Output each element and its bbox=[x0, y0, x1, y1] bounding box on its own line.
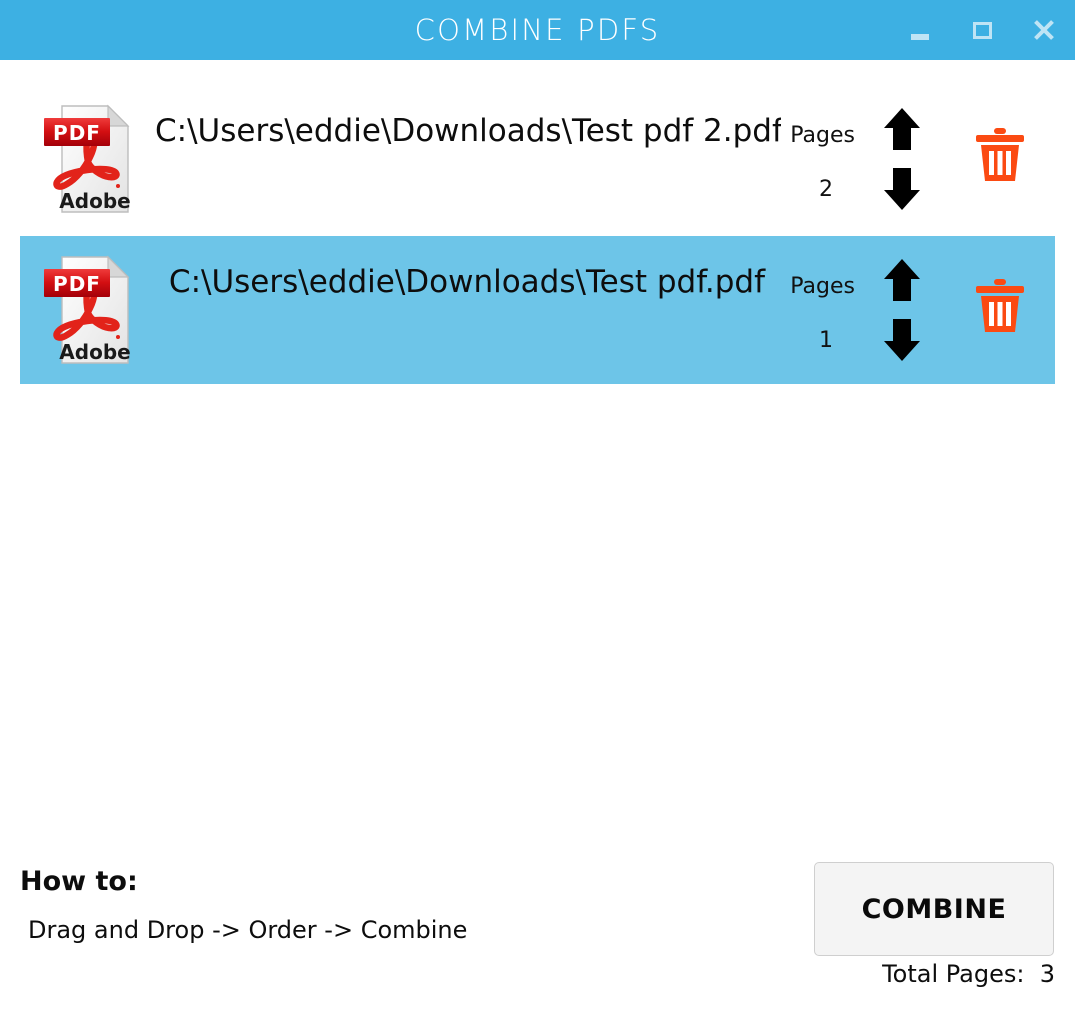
arrow-up-icon bbox=[884, 108, 920, 150]
window-titlebar: COMBINE PDFS bbox=[0, 0, 1075, 60]
pages-info: Pages 1 bbox=[781, 260, 859, 360]
svg-text:PDF: PDF bbox=[53, 272, 101, 296]
minimize-button[interactable] bbox=[889, 0, 951, 60]
file-path-label: C:\Users\eddie\Downloads\Test pdf.pdf bbox=[168, 264, 765, 300]
close-icon bbox=[1032, 18, 1056, 42]
pages-label: Pages bbox=[790, 123, 855, 148]
table-row[interactable]: Adobe PDF C:\Users\eddie\Downloads\Test … bbox=[20, 85, 1055, 233]
pdf-file-icon: Adobe PDF bbox=[20, 100, 155, 218]
order-controls bbox=[859, 105, 945, 213]
combine-button[interactable]: COMBINE bbox=[814, 862, 1054, 956]
pdf-file-list[interactable]: Adobe PDF C:\Users\eddie\Downloads\Test … bbox=[0, 60, 1075, 850]
svg-text:PDF: PDF bbox=[53, 121, 101, 145]
trash-icon bbox=[976, 128, 1024, 181]
howto-heading: How to: bbox=[20, 866, 138, 897]
move-down-button[interactable] bbox=[879, 165, 925, 213]
move-down-button[interactable] bbox=[879, 316, 925, 364]
minimize-icon bbox=[911, 34, 929, 40]
window-title: COMBINE PDFS bbox=[414, 13, 661, 47]
table-row[interactable]: Adobe PDF C:\Users\eddie\Downloads\Test … bbox=[20, 236, 1055, 384]
window-controls bbox=[889, 0, 1075, 60]
pages-count: 2 bbox=[819, 177, 833, 202]
move-up-button[interactable] bbox=[879, 256, 925, 304]
total-pages-label: Total Pages: 3 bbox=[882, 960, 1055, 988]
file-path-label: C:\Users\eddie\Downloads\Test pdf 2.pdf bbox=[155, 113, 781, 149]
close-button[interactable] bbox=[1013, 0, 1075, 60]
maximize-icon bbox=[972, 21, 992, 39]
trash-icon bbox=[976, 279, 1024, 332]
howto-steps-text: Drag and Drop -> Order -> Combine bbox=[28, 916, 468, 944]
move-up-button[interactable] bbox=[879, 105, 925, 153]
pages-label: Pages bbox=[790, 274, 855, 299]
delete-file-button[interactable] bbox=[945, 256, 1055, 364]
order-controls bbox=[859, 256, 945, 364]
svg-text:Adobe: Adobe bbox=[59, 189, 130, 213]
pages-count: 1 bbox=[819, 328, 833, 353]
arrow-down-icon bbox=[884, 168, 920, 210]
pdf-file-icon: Adobe PDF bbox=[20, 251, 155, 369]
maximize-button[interactable] bbox=[951, 0, 1013, 60]
delete-file-button[interactable] bbox=[945, 105, 1055, 213]
pages-info: Pages 2 bbox=[781, 109, 859, 209]
svg-text:Adobe: Adobe bbox=[59, 340, 130, 364]
arrow-down-icon bbox=[884, 319, 920, 361]
arrow-up-icon bbox=[884, 259, 920, 301]
